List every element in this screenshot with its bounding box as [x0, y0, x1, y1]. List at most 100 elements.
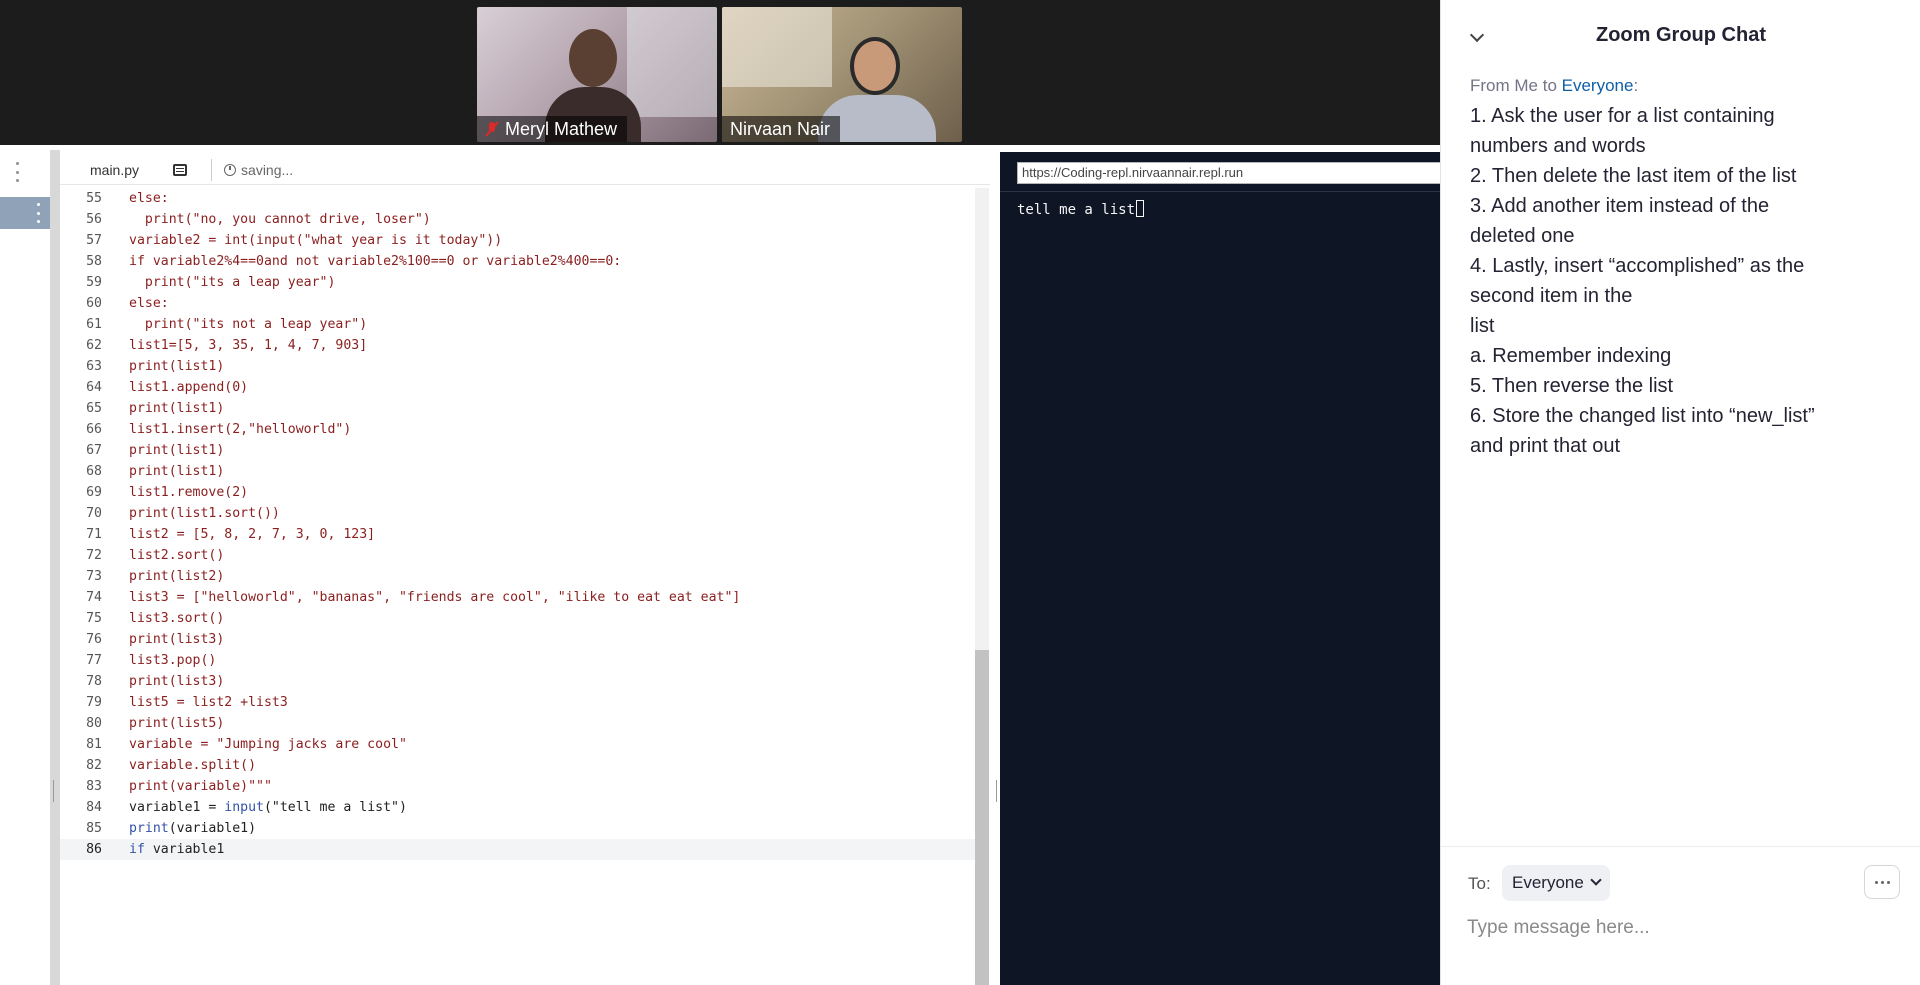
message-recipient-link[interactable]: Everyone [1562, 76, 1634, 95]
message-line: 2. Then delete the last item of the list [1470, 165, 1797, 187]
line-number: 71 [86, 527, 102, 542]
code-line[interactable]: 60 else: [60, 293, 975, 314]
code-line[interactable]: 55 else: [60, 188, 975, 209]
chat-panel: Zoom Group Chat From Me to Everyone: 1. … [1440, 0, 1920, 985]
line-number: 80 [86, 716, 102, 731]
code-text: print(variable)""" [129, 779, 272, 794]
line-number: 82 [86, 758, 102, 773]
code-line[interactable]: 58 if variable2%4==0and not variable2%100… [60, 251, 975, 272]
code-line[interactable]: 74 list3 = ["helloworld", "bananas", "fri… [60, 587, 975, 608]
code-line[interactable]: 82 variable.split() [60, 755, 975, 776]
code-line[interactable]: 67 print(list1) [60, 440, 975, 461]
to-label: To: [1468, 874, 1491, 893]
line-number: 63 [86, 359, 102, 374]
message-input[interactable] [1467, 913, 1887, 943]
rail-active-item[interactable] [0, 197, 50, 229]
participant-name: Meryl Mathew [505, 119, 618, 139]
participant-head [569, 29, 617, 87]
participant-video-tile[interactable]: Meryl Mathew [477, 7, 717, 142]
code-lines[interactable]: 55 else: 56 print("no, you cannot drive, l… [60, 188, 975, 985]
code-line[interactable]: 81 variable = "Jumping jacks are cool" [60, 734, 975, 755]
code-line[interactable]: 76 print(list3) [60, 629, 975, 650]
code-line[interactable]: 78 print(list3) [60, 671, 975, 692]
code-line[interactable]: 80 print(list5) [60, 713, 975, 734]
line-number: 58 [86, 254, 102, 269]
tab-divider [211, 158, 213, 181]
code-line[interactable]: 69 list1.remove(2) [60, 482, 975, 503]
more-vertical-icon[interactable] [14, 162, 20, 182]
code-line[interactable]: 79 list5 = list2 +list3 [60, 692, 975, 713]
vertical-scrollbar-thumb[interactable] [975, 650, 989, 985]
line-number: 84 [86, 800, 102, 815]
code-line[interactable]: 71 list2 = [5, 8, 2, 7, 3, 0, 123] [60, 524, 975, 545]
code-editor-area: main.py saving... 55 else: 56 print("no, y… [0, 150, 1000, 985]
code-text: list3 = ["helloworld", "bananas", "frien… [129, 590, 741, 605]
code-text: print(list5) [129, 716, 225, 731]
code-line[interactable]: 83 print(variable)""" [60, 776, 975, 797]
more-vertical-icon[interactable] [35, 203, 41, 223]
message-line: deleted one [1470, 225, 1575, 247]
line-number: 77 [86, 653, 102, 668]
console-output[interactable]: tell me a list [1017, 200, 1145, 220]
code-line[interactable]: 65 print(list1) [60, 398, 975, 419]
code-text: list1.insert(2,"helloworld") [129, 422, 352, 437]
code-line[interactable]: 57 variable2 = int(input("what year is it… [60, 230, 975, 251]
code-text: print("its not a leap year") [129, 317, 368, 332]
terminal-cursor [1136, 200, 1145, 217]
save-status-text: saving... [241, 161, 294, 178]
code-text: print(list3) [129, 674, 225, 689]
line-number: 86 [86, 842, 102, 857]
line-number: 56 [86, 212, 102, 227]
participant-name-tag: Meryl Mathew [477, 116, 628, 142]
history-icon [224, 163, 237, 176]
code-line[interactable]: 64 list1.append(0) [60, 377, 975, 398]
code-text: variable = "Jumping jacks are cool" [129, 737, 407, 752]
participant-video-tile[interactable]: Nirvaan Nair [722, 7, 962, 142]
code-line[interactable]: 68 print(list1) [60, 461, 975, 482]
code-text: list1.remove(2) [129, 485, 249, 500]
more-options-button[interactable] [1864, 865, 1900, 899]
message-line: 6. Store the changed list into “new_list… [1470, 405, 1815, 427]
code-line[interactable]: 59 print("its a leap year") [60, 272, 975, 293]
code-line[interactable]: 70 print(list1.sort()) [60, 503, 975, 524]
code-text: list3.pop() [129, 653, 217, 668]
code-line[interactable]: 77 list3.pop() [60, 650, 975, 671]
console-divider [1000, 191, 1440, 192]
line-number: 62 [86, 338, 102, 353]
line-number: 81 [86, 737, 102, 752]
code-text: list1.append(0) [129, 380, 249, 395]
code-text: print(list3) [129, 632, 225, 647]
line-number: 78 [86, 674, 102, 689]
code-line[interactable]: 85 print(variable1) [60, 818, 975, 839]
line-number: 68 [86, 464, 102, 479]
code-line[interactable]: 62 list1=[5, 3, 35, 1, 4, 7, 903] [60, 335, 975, 356]
line-number: 64 [86, 380, 102, 395]
file-tab-main[interactable]: main.py [60, 155, 199, 185]
recipient-dropdown[interactable]: Everyone [1502, 865, 1610, 901]
code-line[interactable]: 63 print(list1) [60, 356, 975, 377]
console-pane[interactable]: https://Coding-repl.nirvaannair.repl.run… [1000, 152, 1447, 985]
code-line[interactable]: 84 variable1 = input("tell me a list") [60, 797, 975, 818]
console-output-text: tell me a list [1017, 202, 1136, 218]
video-strip: Meryl Mathew Nirvaan Nair [0, 0, 1440, 145]
participant-name-tag: Nirvaan Nair [722, 116, 841, 142]
message-meta: From Me to Everyone: [1470, 74, 1890, 98]
code-line[interactable]: 73 print(list2) [60, 566, 975, 587]
code-text: variable.split() [129, 758, 257, 773]
file-menu-icon[interactable] [173, 163, 188, 176]
mic-muted-icon [485, 121, 499, 137]
chat-message: From Me to Everyone: 1. Ask the user for… [1470, 74, 1890, 461]
code-text: list2.sort() [129, 548, 225, 563]
code-line[interactable]: 66 list1.insert(2,"helloworld") [60, 419, 975, 440]
code-line[interactable]: 56 print("no, you cannot drive, loser") [60, 209, 975, 230]
code-line[interactable]: 86 if variable1 [60, 839, 975, 860]
code-text: print(list1) [129, 443, 225, 458]
repl-url-bar[interactable]: https://Coding-repl.nirvaannair.repl.run [1017, 162, 1447, 184]
code-text: list1=[5, 3, 35, 1, 4, 7, 903] [129, 338, 368, 353]
line-number: 79 [86, 695, 102, 710]
left-splitter-handle[interactable] [53, 780, 54, 802]
code-line[interactable]: 75 list3.sort() [60, 608, 975, 629]
code-line[interactable]: 72 list2.sort() [60, 545, 975, 566]
line-number: 66 [86, 422, 102, 437]
code-line[interactable]: 61 print("its not a leap year") [60, 314, 975, 335]
